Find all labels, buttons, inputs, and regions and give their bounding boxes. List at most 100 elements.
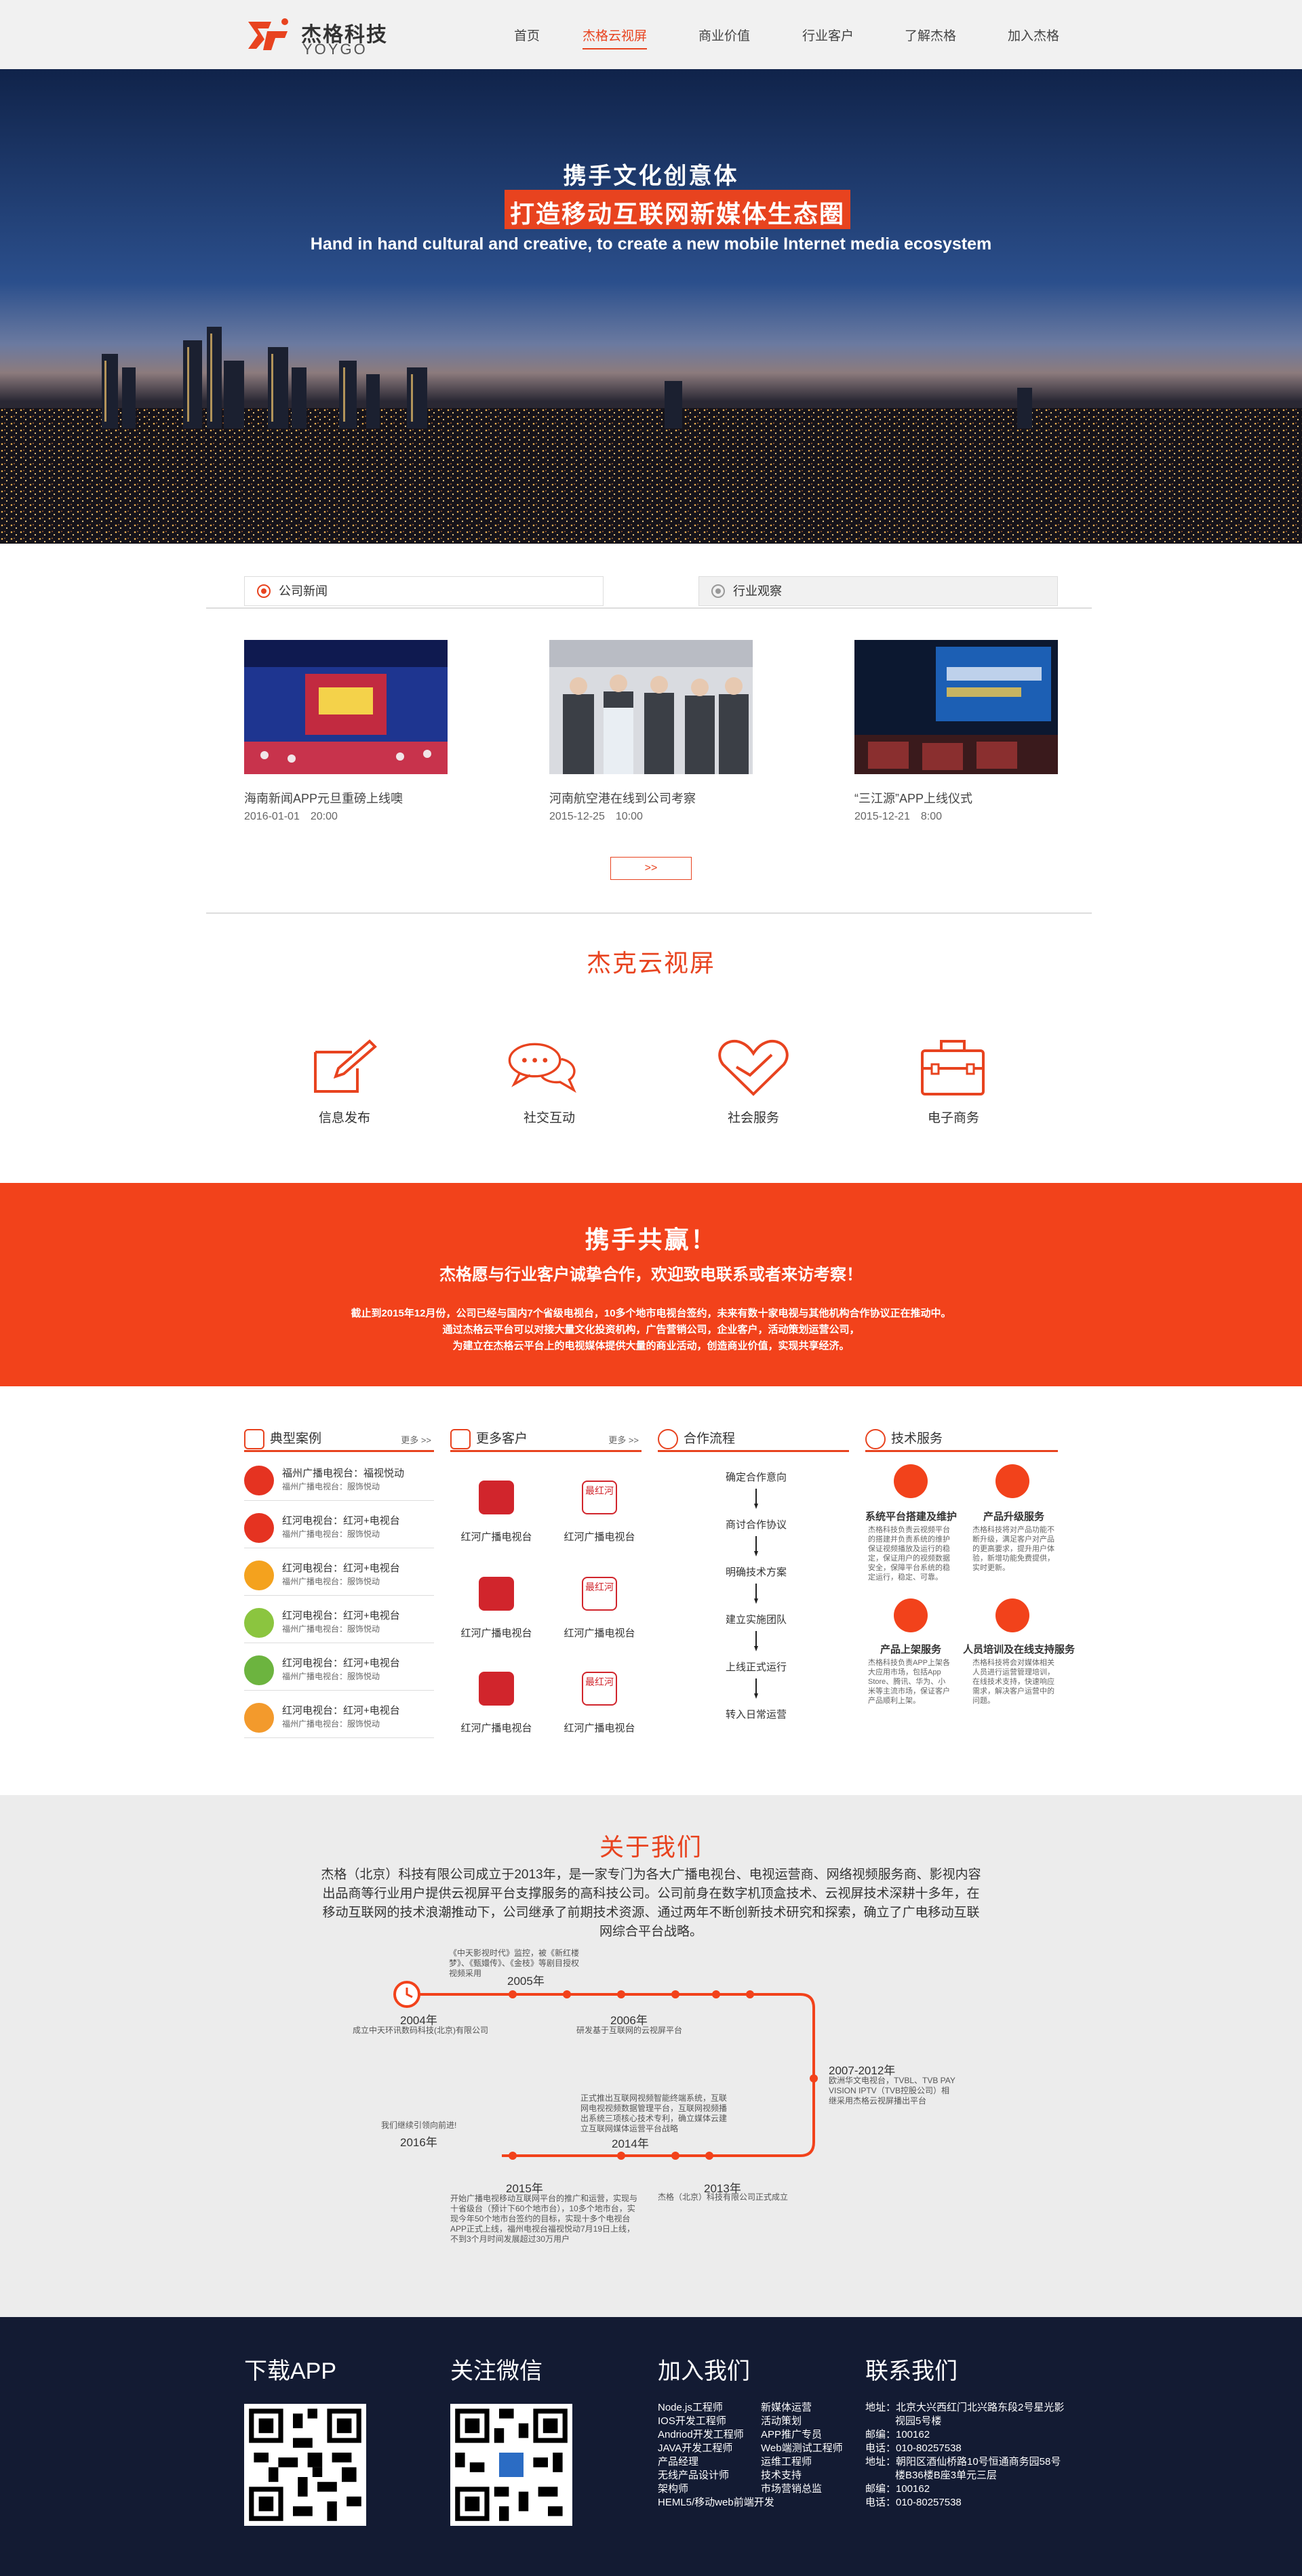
contact-line: 邮编：100162 (865, 2429, 930, 2440)
service-label: 社交互动 (523, 1111, 575, 1125)
tech-item-desc: 杰格科技负责APP上架各大应用市场，包括App Store、腾讯、华为、小米等主… (868, 1659, 951, 1705)
job-link[interactable]: 市场营销总监 (761, 2481, 822, 2495)
customer-label: 红河广播电视台 (460, 1723, 532, 1734)
nav-business-value[interactable]: 商业价值 (698, 26, 750, 44)
cases-header: 典型案例 更多 >> (244, 1428, 434, 1452)
news-date: 2015-12-21 8:00 (854, 811, 942, 822)
case-row[interactable]: 红河电视台：红河+电视台 福州广播电视台：服饰悦动 (244, 1554, 434, 1596)
timeline-note: 我们继续引领向前进! (381, 2120, 457, 2130)
tab-label: 行业观察 (733, 584, 782, 598)
chat-icon[interactable] (507, 1037, 582, 1098)
timeline-note: 研发基于互联网的云视屏平台 (576, 2026, 683, 2035)
news-image-1[interactable] (244, 640, 448, 774)
flow-title: 合作流程 (684, 1432, 736, 1446)
customer-logo-icon[interactable]: 最红河 (582, 1672, 617, 1706)
nav-about[interactable]: 了解杰格 (905, 26, 956, 44)
tv-station-logo-icon (244, 1513, 274, 1543)
nav-join[interactable]: 加入杰格 (1008, 26, 1059, 44)
customer-logo-icon[interactable] (479, 1577, 514, 1611)
gear-icon (894, 1464, 928, 1498)
radio-dot-icon (257, 584, 271, 598)
case-row[interactable]: 红河电视台：红河+电视台 福州广播电视台：服饰悦动 (244, 1506, 434, 1548)
tech-item-title: 产品上架服务 (880, 1644, 941, 1655)
tab-industry-watch[interactable]: 行业观察 (698, 576, 1058, 606)
cooperation-band (0, 1183, 1302, 1386)
tab-company-news[interactable]: 公司新闻 (244, 576, 604, 606)
job-link[interactable]: Web端测试工程师 (761, 2440, 843, 2455)
cases-more-link[interactable]: 更多 >> (401, 1429, 431, 1452)
job-link[interactable]: Node.js工程师 (658, 2400, 723, 2414)
upgrade-icon (995, 1464, 1029, 1498)
customers-more-link[interactable]: 更多 >> (608, 1429, 639, 1452)
tv-station-logo-icon (244, 1655, 274, 1685)
job-link[interactable]: 新媒体运营 (761, 2400, 812, 2414)
case-sub: 福州广播电视台：服饰悦动 (282, 1624, 380, 1634)
service-label: 信息发布 (318, 1111, 370, 1125)
customer-label: 红河广播电视台 (564, 1723, 635, 1734)
job-link[interactable]: 运维工程师 (761, 2454, 812, 2468)
job-link[interactable]: HEML5/移动web前端开发 (658, 2495, 774, 2509)
flow-header: 合作流程 (658, 1428, 849, 1452)
band-text-line: 截止到2015年12月份，公司已经与国内7个省级电视台，10多个地市电视台签约，… (351, 1308, 951, 1319)
timeline-note: 《中天影视时代》监控，被《新红楼梦》、《甄嬛传》、《金枝》等剧目授权视频采用 (449, 1948, 580, 1978)
nav-industry-clients[interactable]: 行业客户 (802, 26, 854, 44)
news-title[interactable]: 河南航空港在线到公司考察 (549, 789, 696, 807)
job-link[interactable]: IOS开发工程师 (658, 2413, 726, 2428)
news-more-button[interactable]: >> (610, 857, 692, 880)
job-link[interactable]: 活动策划 (761, 2413, 802, 2428)
contact-line: 楼B36楼B座3单元三层 (895, 2470, 998, 2481)
footer-join-title: 加入我们 (658, 2358, 750, 2384)
news-title[interactable]: 海南新闻APP元旦重磅上线噢 (244, 789, 403, 807)
customer-label: 红河广播电视台 (564, 1628, 635, 1639)
contact-line: 视园5号楼 (895, 2415, 942, 2427)
case-name: 红河电视台：红河+电视台 (282, 1563, 400, 1574)
shop-icon (894, 1598, 928, 1632)
timeline-year: 2014年 (612, 2137, 649, 2150)
job-link[interactable]: JAVA开发工程师 (658, 2440, 732, 2455)
customer-logo-icon[interactable] (479, 1672, 514, 1706)
hero-title: 携手文化创意体 (563, 163, 739, 189)
case-row[interactable]: 红河电视台：红河+电视台 福州广播电视台：服饰悦动 (244, 1649, 434, 1691)
hero-banner (0, 69, 1302, 544)
gear-icon (865, 1429, 886, 1449)
cases-title: 典型案例 (270, 1432, 322, 1446)
job-link[interactable]: 架构师 (658, 2481, 688, 2495)
edit-icon[interactable] (309, 1037, 383, 1098)
case-sub: 福州广播电视台：服饰悦动 (282, 1577, 380, 1586)
user-group-icon (450, 1429, 471, 1449)
flow-step: 建立实施团队 (725, 1614, 787, 1626)
case-row[interactable]: 红河电视台：红河+电视台 福州广播电视台：服饰悦动 (244, 1696, 434, 1738)
job-link[interactable]: 无线产品设计师 (658, 2468, 729, 2482)
case-name: 红河电视台：红河+电视台 (282, 1705, 400, 1716)
band-text-line: 通过杰格云平台可以对接大量文化投资机构，广告营销公司，企业客户，活动策划运营公司… (442, 1324, 860, 1335)
flow-step: 确定合作意向 (725, 1472, 787, 1483)
news-image-3[interactable] (854, 640, 1058, 774)
case-row[interactable]: 福州广播电视台：福视悦动 福州广播电视台：服饰悦动 (244, 1459, 434, 1501)
about-title: 关于我们 (599, 1833, 703, 1861)
nav-home[interactable]: 首页 (514, 26, 540, 44)
case-row[interactable]: 红河电视台：红河+电视台 福州广播电视台：服饰悦动 (244, 1601, 434, 1643)
customers-header: 更多客户 更多 >> (450, 1428, 642, 1452)
news-date: 2016-01-01 20:00 (244, 811, 338, 822)
nav-cloud-video[interactable]: 杰格云视屏 (583, 26, 648, 49)
job-link[interactable]: Andriod开发工程师 (658, 2427, 744, 2441)
download-qr-code[interactable] (244, 2404, 366, 2526)
tech-item-title: 产品升级服务 (983, 1511, 1044, 1523)
customer-label: 红河广播电视台 (460, 1531, 532, 1543)
job-link[interactable]: 技术支持 (761, 2468, 802, 2482)
customer-logo-icon[interactable]: 最红河 (582, 1577, 617, 1611)
job-link[interactable]: 产品经理 (658, 2454, 698, 2468)
case-sub: 福州广播电视台：服饰悦动 (282, 1719, 380, 1729)
job-link[interactable]: APP推广专员 (761, 2427, 822, 2441)
wechat-qr-code[interactable] (450, 2404, 572, 2526)
news-title[interactable]: “三江源”APP上线仪式 (854, 789, 972, 807)
customer-logo-icon[interactable]: 最红河 (582, 1481, 617, 1514)
timeline-note: 成立中天环讯数码科技(北京)有限公司 (353, 2026, 488, 2035)
service-label: 社会服务 (727, 1111, 779, 1125)
heart-icon[interactable] (716, 1037, 791, 1098)
news-image-2[interactable] (549, 640, 753, 774)
divider (206, 607, 1092, 609)
logo-icon[interactable] (244, 15, 290, 54)
customer-logo-icon[interactable] (479, 1481, 514, 1514)
briefcase-icon[interactable] (917, 1037, 991, 1098)
